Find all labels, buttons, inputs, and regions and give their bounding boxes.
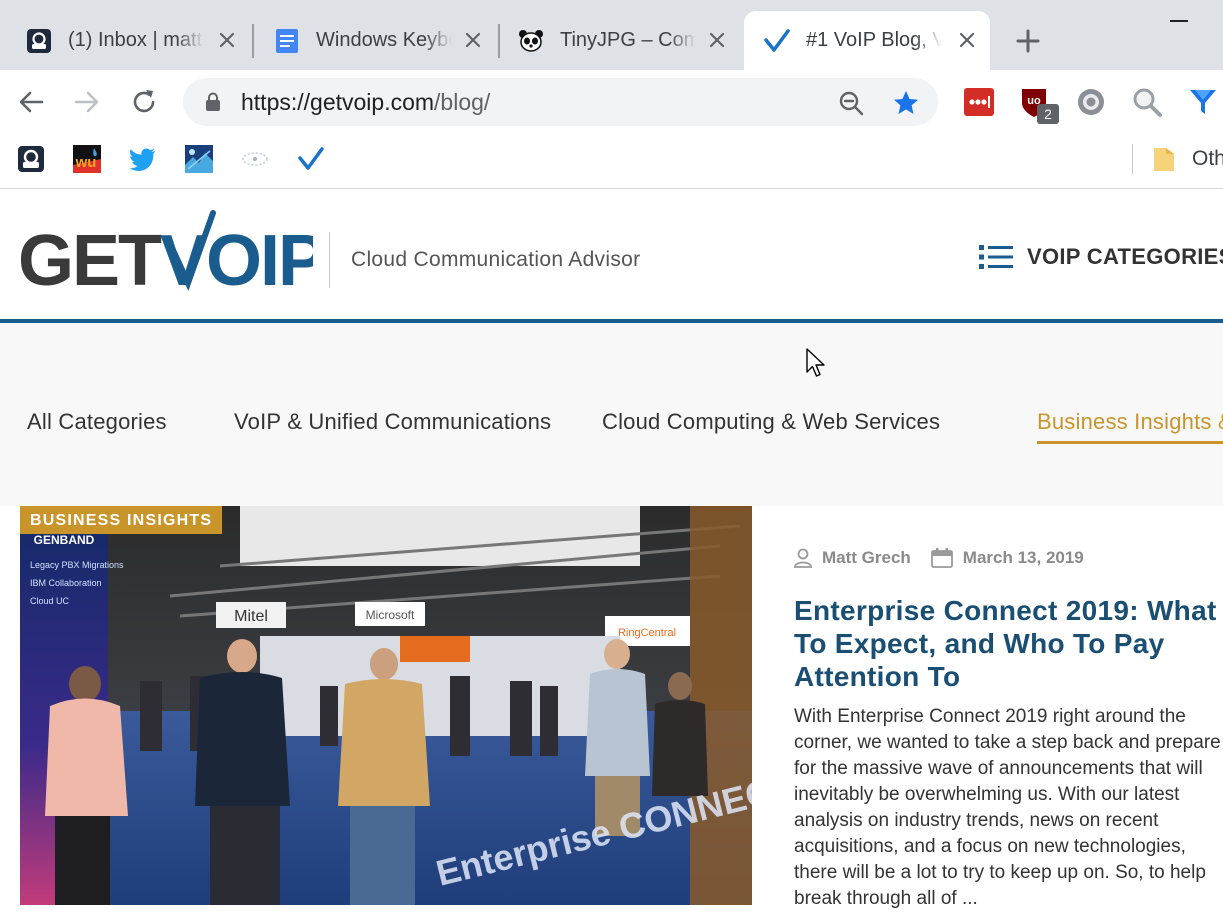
article-meta: Matt Grech March 13, 2019 bbox=[794, 548, 1084, 568]
site-header: GET V OIP Cloud Communication Advisor VO… bbox=[0, 189, 1223, 323]
mail-app-icon bbox=[26, 28, 52, 54]
zoom-out-icon[interactable] bbox=[838, 90, 864, 116]
bookmark-star-icon[interactable] bbox=[892, 89, 920, 117]
ibm-collaboration-sign: IBM Collaboration bbox=[30, 578, 102, 588]
url-text[interactable]: https://getvoip.com/blog/ bbox=[241, 89, 490, 116]
url-path: /blog/ bbox=[434, 89, 491, 115]
featured-article: Mitel Microsoft RingCentral GENBAND Lega… bbox=[0, 506, 1223, 909]
window-minimize-button[interactable] bbox=[1170, 20, 1188, 22]
author-user-icon bbox=[794, 548, 812, 568]
tab-title: Windows Keyboard bbox=[316, 29, 452, 51]
folder-icon[interactable] bbox=[1153, 146, 1175, 172]
search-extension-icon[interactable] bbox=[1131, 86, 1163, 118]
tab-windows-keyboard[interactable]: Windows Keyboard bbox=[248, 11, 496, 70]
new-tab-plus-icon[interactable] bbox=[1014, 27, 1042, 55]
mitel-sign: Mitel bbox=[234, 608, 268, 625]
browser-tab-strip: (1) Inbox | matt Windows Keyboard TinyJP… bbox=[0, 0, 1223, 70]
article-headline[interactable]: Enterprise Connect 2019: What To Expect,… bbox=[794, 594, 1223, 693]
list-menu-icon bbox=[979, 245, 1013, 269]
category-nav: All Categories VoIP & Unified Communicat… bbox=[0, 323, 1223, 506]
address-bar[interactable]: https://getvoip.com/blog/ bbox=[183, 78, 938, 126]
back-arrow-icon[interactable] bbox=[16, 87, 46, 117]
close-tab-icon[interactable] bbox=[462, 29, 484, 51]
article-hero-image[interactable]: Mitel Microsoft RingCentral GENBAND Lega… bbox=[20, 506, 752, 905]
voip-categories-label: VOIP CATEGORIES bbox=[1027, 244, 1223, 269]
mouse-pointer-icon bbox=[806, 348, 825, 377]
tab-getvoip-blog[interactable]: #1 VoIP Blog, VoIP bbox=[744, 11, 990, 70]
bookmark-wu-icon[interactable]: wu bbox=[73, 145, 101, 173]
ublock-extension-icon[interactable]: uo 2 bbox=[1019, 86, 1059, 124]
cloud-uc-sign: Cloud UC bbox=[30, 596, 70, 606]
tab-title: TinyJPG – Compress bbox=[560, 29, 696, 51]
reload-icon[interactable] bbox=[129, 87, 159, 117]
close-tab-icon[interactable] bbox=[706, 29, 728, 51]
voip-categories-menu[interactable]: VOIP CATEGORIES bbox=[979, 244, 1223, 270]
genband-sign: GENBAND bbox=[34, 533, 95, 547]
tab-title: #1 VoIP Blog, VoIP bbox=[806, 29, 942, 51]
lock-icon bbox=[206, 92, 220, 111]
svg-text:wu: wu bbox=[75, 154, 97, 171]
other-bookmarks-label[interactable]: Oth bbox=[1192, 147, 1223, 171]
extension-badge: 2 bbox=[1037, 104, 1059, 124]
close-tab-icon[interactable] bbox=[956, 29, 978, 51]
nav-cloud-computing[interactable]: Cloud Computing & Web Services bbox=[602, 409, 940, 435]
getvoip-logo[interactable]: GET V OIP bbox=[18, 209, 313, 291]
funnel-extension-icon[interactable] bbox=[1187, 86, 1219, 118]
category-badge[interactable]: BUSINESS INSIGHTS bbox=[20, 506, 223, 534]
close-tab-icon[interactable] bbox=[216, 29, 238, 51]
nav-all-categories[interactable]: All Categories bbox=[27, 409, 167, 435]
calendar-icon bbox=[930, 548, 953, 568]
header-divider bbox=[329, 232, 330, 288]
bookmark-globe-icon[interactable] bbox=[241, 145, 269, 173]
ringcentral-sign: RingCentral bbox=[618, 627, 676, 639]
nav-business-insights[interactable]: Business Insights & bbox=[1037, 409, 1223, 444]
google-docs-icon bbox=[274, 28, 300, 54]
bookmark-twitter-icon[interactable] bbox=[129, 145, 157, 173]
legacy-pbx-sign: Legacy PBX Migrations bbox=[30, 560, 124, 570]
nav-voip-unified-communications[interactable]: VoIP & Unified Communications bbox=[234, 409, 551, 435]
microsoft-sign: Microsoft bbox=[366, 608, 415, 622]
article-excerpt: With Enterprise Connect 2019 right aroun… bbox=[794, 706, 1221, 909]
tab-inbox[interactable]: (1) Inbox | matt bbox=[0, 11, 250, 70]
article-author[interactable]: Matt Grech bbox=[822, 548, 911, 568]
tab-tinyjpg[interactable]: TinyJPG – Compress bbox=[492, 11, 740, 70]
forward-arrow-icon[interactable] bbox=[72, 87, 102, 117]
tab-title: (1) Inbox | matt bbox=[68, 29, 203, 51]
article-date: March 13, 2019 bbox=[962, 548, 1084, 567]
bookmark-getvoip-check-icon[interactable] bbox=[297, 145, 325, 173]
bookmark-photo-icon[interactable] bbox=[185, 145, 213, 173]
camera-extension-icon[interactable] bbox=[1075, 86, 1107, 118]
bookmarks-separator bbox=[1132, 144, 1133, 174]
article-date-group: March 13, 2019 bbox=[930, 548, 1084, 568]
getvoip-check-icon bbox=[764, 28, 790, 54]
svg-text:GET: GET bbox=[18, 221, 162, 291]
site-tagline: Cloud Communication Advisor bbox=[351, 248, 641, 271]
browser-toolbar: https://getvoip.com/blog/ uo 2 bbox=[0, 70, 1223, 134]
panda-icon bbox=[518, 28, 544, 54]
url-host: https://getvoip.com bbox=[241, 89, 435, 115]
bookmark-mail-icon[interactable] bbox=[17, 145, 45, 173]
bookmarks-bar: wu Oth bbox=[0, 134, 1223, 189]
lastpass-extension-icon[interactable] bbox=[963, 86, 995, 118]
svg-text:OIP: OIP bbox=[206, 221, 313, 291]
